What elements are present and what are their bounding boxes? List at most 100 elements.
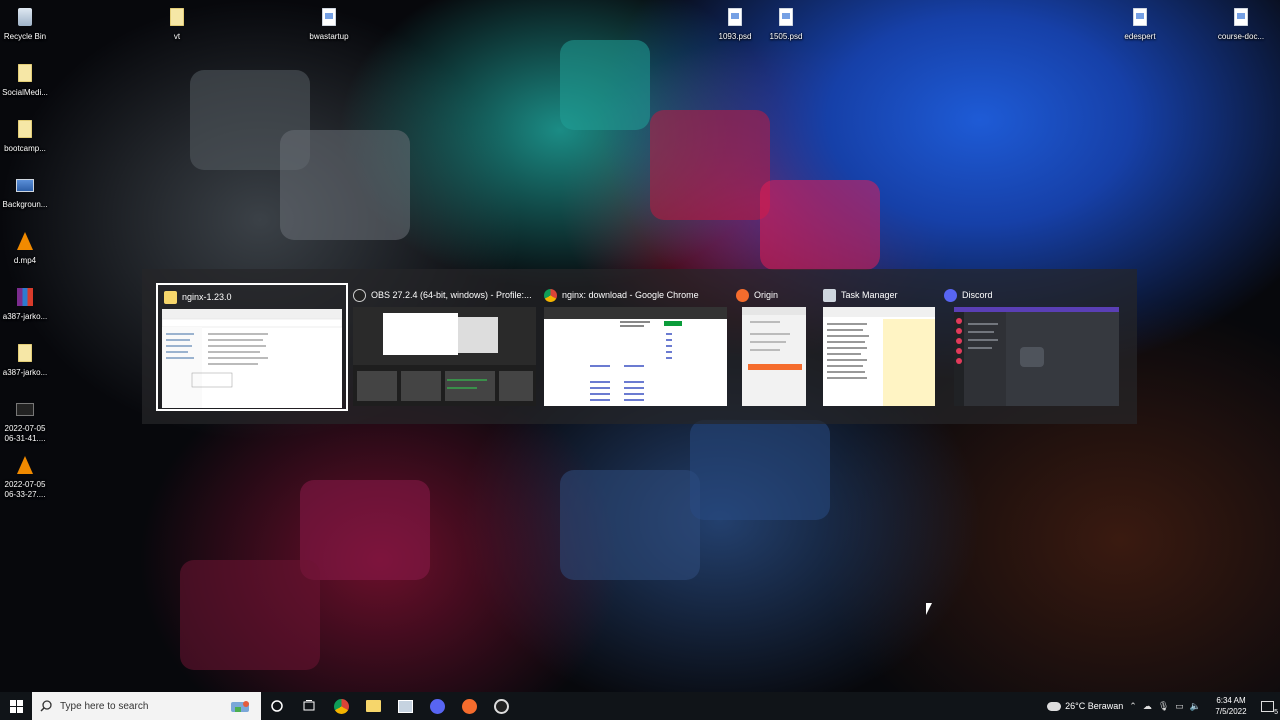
desktop-icon-label: d.mp4 bbox=[13, 256, 37, 265]
taskbar-app-chrome[interactable] bbox=[325, 692, 357, 720]
clock[interactable]: 6:34 AM 7/5/2022 bbox=[1207, 695, 1255, 717]
document-icon bbox=[322, 8, 336, 26]
switcher-window-task-manager[interactable]: Task Manager bbox=[823, 283, 935, 411]
taskbar-app-file-explorer[interactable] bbox=[357, 692, 389, 720]
task-view-icon bbox=[303, 700, 315, 711]
vlc-icon bbox=[17, 456, 33, 474]
desktop-icon-a387-folder[interactable]: a387-jarko... bbox=[0, 341, 57, 378]
chrome-icon bbox=[544, 288, 557, 302]
desktop-icon-background[interactable]: Backgroun... bbox=[0, 173, 57, 210]
task-manager-preview bbox=[823, 307, 935, 406]
origin-icon bbox=[736, 288, 749, 302]
taskbar-app-obs[interactable] bbox=[485, 692, 517, 720]
discord-preview bbox=[954, 307, 1119, 406]
search-input[interactable]: Type here to search bbox=[32, 692, 261, 720]
desktop-icon-vt[interactable]: vt bbox=[145, 5, 209, 42]
desktop-icon-recording-2[interactable]: 2022-07-05 06-33-27.... bbox=[0, 453, 57, 500]
task-view-button[interactable] bbox=[293, 692, 325, 720]
window-thumbnail bbox=[162, 309, 342, 408]
switcher-window-obs[interactable]: OBS 27.2.4 (64-bit, windows) - Profile:.… bbox=[353, 283, 536, 411]
window-thumbnail bbox=[742, 307, 806, 406]
taskbar-app-task-manager[interactable] bbox=[389, 692, 421, 720]
window-header: OBS 27.2.4 (64-bit, windows) - Profile:.… bbox=[353, 287, 532, 303]
folder-icon bbox=[365, 700, 381, 712]
folder-icon bbox=[18, 64, 32, 82]
notification-count: 5 bbox=[1274, 708, 1278, 716]
desktop-icon-label: edespert bbox=[1124, 32, 1156, 41]
switcher-window-discord[interactable]: Discord bbox=[931, 283, 1119, 411]
notification-icon bbox=[1261, 700, 1274, 712]
vlc-icon bbox=[17, 232, 33, 250]
desktop-icon-label: 1505.psd bbox=[769, 32, 803, 41]
taskbar-app-discord[interactable] bbox=[421, 692, 453, 720]
weather-text: 26°C Berawan bbox=[1065, 701, 1124, 711]
start-button[interactable] bbox=[0, 692, 32, 720]
window-title: nginx: download - Google Chrome bbox=[562, 290, 699, 300]
window-thumbnail bbox=[823, 307, 935, 406]
onedrive-icon[interactable]: ☁ bbox=[1143, 701, 1152, 712]
cortana-icon bbox=[271, 700, 283, 712]
search-placeholder: Type here to search bbox=[60, 700, 149, 712]
desktop-icon-a387-rar[interactable]: a387-jarko... bbox=[0, 285, 57, 322]
microphone-icon[interactable]: 🎙 bbox=[1158, 701, 1169, 712]
desktop-icon-d-mp4[interactable]: d.mp4 bbox=[0, 229, 57, 266]
task-switcher: nginx-1.23.0 OBS 27.2.4 (64-bit, windows… bbox=[142, 269, 1137, 424]
window-thumbnail bbox=[544, 307, 727, 406]
desktop-icon-bwastartup[interactable]: bwastartup bbox=[297, 5, 361, 42]
notification-center-button[interactable]: 5 bbox=[1261, 700, 1278, 716]
desktop-icon-label: 2022-07-05 06-33-27.... bbox=[4, 480, 46, 499]
desktop-icon-recycle-bin[interactable]: Recycle Bin bbox=[0, 5, 57, 42]
document-icon bbox=[779, 8, 793, 26]
wallpaper-keycap bbox=[560, 470, 700, 580]
network-icon[interactable]: ▭ bbox=[1175, 701, 1184, 712]
desktop-icon-label: SocialMedi... bbox=[2, 88, 48, 97]
desktop-icon-course-doc[interactable]: course-doc... bbox=[1209, 5, 1273, 42]
desktop-icon-label: Recycle Bin bbox=[3, 32, 47, 41]
document-icon bbox=[728, 8, 742, 26]
discord-icon bbox=[944, 288, 957, 302]
show-hidden-icons-icon[interactable]: ⌃ bbox=[1129, 701, 1137, 712]
search-icon bbox=[40, 700, 52, 712]
weather-widget[interactable]: 26°C Berawan bbox=[1047, 701, 1123, 711]
wallpaper-keycap bbox=[650, 110, 770, 220]
desktop-icon-label: 2022-07-05 06-31-41.... bbox=[4, 424, 46, 443]
chrome-icon bbox=[333, 698, 349, 714]
obs-preview bbox=[353, 313, 536, 406]
desktop-icon-label: 1093.psd bbox=[718, 32, 752, 41]
window-header: Origin bbox=[736, 287, 778, 303]
desktop-icon-bootcamp[interactable]: bootcamp... bbox=[0, 117, 57, 154]
taskbar: Type here to search 26°C Berawan ⌃ ☁ 🎙 ▭… bbox=[0, 692, 1280, 720]
system-tray: 26°C Berawan ⌃ ☁ 🎙 ▭ 🔈 6:34 AM 7/5/2022 … bbox=[1047, 692, 1280, 720]
wallpaper-keycap bbox=[690, 420, 830, 520]
cortana-button[interactable] bbox=[261, 692, 293, 720]
window-header: Discord bbox=[931, 287, 993, 303]
mouse-cursor bbox=[926, 603, 932, 615]
recycle-bin-icon bbox=[18, 8, 32, 26]
window-thumbnail bbox=[353, 307, 536, 406]
origin-icon bbox=[461, 698, 477, 714]
origin-preview bbox=[742, 307, 806, 370]
desktop-icon-label: a387-jarko... bbox=[2, 312, 48, 321]
obs-icon bbox=[353, 288, 366, 302]
taskbar-app-origin[interactable] bbox=[453, 692, 485, 720]
window-header: nginx-1.23.0 bbox=[164, 289, 232, 305]
window-title: Origin bbox=[754, 290, 779, 300]
document-icon bbox=[1133, 8, 1147, 26]
volume-icon[interactable]: 🔈 bbox=[1190, 701, 1201, 712]
desktop-icon-1505-psd[interactable]: 1505.psd bbox=[754, 5, 818, 42]
folder-icon bbox=[18, 120, 32, 138]
switcher-window-chrome[interactable]: nginx: download - Google Chrome bbox=[544, 283, 727, 411]
desktop-icon-recording-1[interactable]: 2022-07-05 06-31-41.... bbox=[0, 397, 57, 444]
desktop-icon-edespert[interactable]: edespert bbox=[1108, 5, 1172, 42]
switcher-window-origin[interactable]: Origin bbox=[736, 283, 806, 411]
window-title: nginx-1.23.0 bbox=[182, 292, 232, 302]
desktop-icon-socialmedia[interactable]: SocialMedi... bbox=[0, 61, 57, 98]
clock-date: 7/5/2022 bbox=[1215, 707, 1247, 716]
obs-icon bbox=[493, 698, 509, 714]
switcher-window-explorer[interactable]: nginx-1.23.0 bbox=[156, 283, 348, 411]
search-highlight-icon bbox=[231, 701, 249, 712]
desktop-icon-label: bootcamp... bbox=[4, 144, 46, 153]
folder-icon bbox=[164, 290, 177, 304]
desktop-icon-label: vt bbox=[173, 32, 181, 41]
cloud-icon bbox=[1047, 701, 1062, 711]
